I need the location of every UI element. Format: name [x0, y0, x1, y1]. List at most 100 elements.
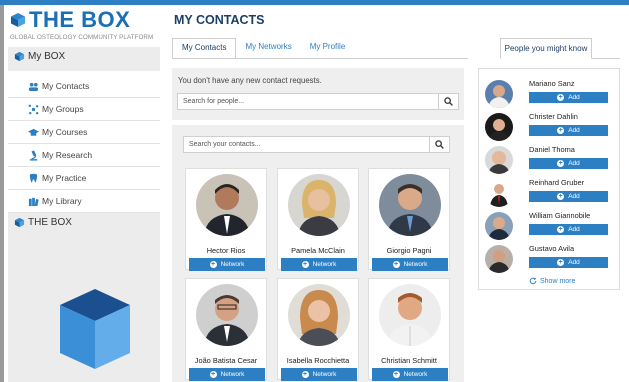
- sidebar-item-label: My Library: [42, 196, 82, 206]
- plus-icon: +: [557, 127, 565, 134]
- sidebar-item-my-groups[interactable]: My Groups: [8, 98, 160, 121]
- logo-wordmark: THE BOX: [29, 7, 131, 32]
- contact-card[interactable]: Hector Rios + Network: [185, 168, 267, 271]
- sidebar-nav: My Contacts My Groups My Courses My Rese…: [8, 75, 160, 213]
- mybox-panel: My BOX: [8, 47, 160, 71]
- plus-icon: +: [301, 261, 309, 268]
- add-button[interactable]: + Add: [529, 92, 608, 103]
- page-title: MY CONTACTS: [174, 13, 265, 27]
- sidebar-item-label: My Courses: [42, 127, 88, 137]
- suggestion-name: Reinhard Gruber: [529, 178, 585, 187]
- plus-icon: +: [209, 261, 217, 268]
- network-button[interactable]: + Network: [372, 368, 448, 381]
- tab-my-contacts[interactable]: My Contacts: [172, 38, 237, 58]
- people-icon: [28, 82, 39, 92]
- contact-requests-panel: You don't have any new contact requests.…: [172, 68, 464, 120]
- add-button[interactable]: + Add: [529, 257, 608, 268]
- sidebar-item-label: My Groups: [42, 104, 84, 114]
- people-you-might-know-panel: Mariano Sanz + Add Christer Dahlin + Add D…: [478, 68, 620, 290]
- add-button[interactable]: + Add: [529, 224, 608, 235]
- network-icon: [28, 104, 39, 115]
- add-button[interactable]: + Add: [529, 191, 608, 202]
- tab-my-profile[interactable]: My Profile: [301, 38, 355, 58]
- no-requests-message: You don't have any new contact requests.: [178, 76, 322, 85]
- network-button[interactable]: + Network: [281, 258, 357, 271]
- mybox-title: My BOX: [28, 51, 66, 62]
- suggestion-avatar: [485, 80, 513, 108]
- logo[interactable]: THE BOX GLOBAL OSTEOLOGY COMMUNITY PLATF…: [10, 9, 170, 43]
- sidebar-item-my-contacts[interactable]: My Contacts: [8, 75, 160, 98]
- add-button[interactable]: + Add: [529, 125, 608, 136]
- search-icon: [444, 97, 453, 106]
- sidebar-item-my-library[interactable]: My Library: [8, 190, 160, 213]
- search-contacts-field[interactable]: Search your contacts...: [183, 136, 450, 153]
- suggestion-name: Christer Dahlin: [529, 112, 578, 121]
- contact-name: Isabella Rocchietta: [286, 356, 350, 365]
- plus-icon: +: [557, 160, 565, 167]
- tooth-icon: [29, 173, 38, 183]
- contacts-panel: Search your contacts... Hector Rios + Net…: [172, 125, 464, 382]
- contact-name: Hector Rios: [206, 246, 246, 255]
- contact-card[interactable]: Isabella Rocchietta + Network: [277, 278, 359, 381]
- contact-card[interactable]: Christian Schmitt + Network: [368, 278, 450, 381]
- suggestion-name: William Giannobile: [529, 211, 591, 220]
- suggestion-avatar: [485, 245, 513, 273]
- suggestion-item: Mariano Sanz + Add: [485, 79, 615, 113]
- thebox-panel: THE BOX: [8, 213, 160, 382]
- suggestion-avatar: [485, 146, 513, 174]
- network-button[interactable]: + Network: [281, 368, 357, 381]
- add-button[interactable]: + Add: [529, 158, 608, 169]
- add-label: Add: [568, 94, 580, 101]
- contact-photo: [196, 284, 258, 346]
- contact-card[interactable]: Giorgio Pagni + Network: [368, 168, 450, 271]
- suggestion-name: Daniel Thoma: [529, 145, 575, 154]
- contact-photo: [379, 284, 441, 346]
- network-label: Network: [220, 261, 245, 268]
- show-more-label: Show more: [540, 277, 576, 285]
- cube-icon: [14, 217, 25, 228]
- suggestion-name: Gustavo Avila: [529, 244, 575, 253]
- books-icon: [28, 197, 39, 207]
- search-people-field[interactable]: Search for people...: [177, 93, 459, 110]
- thebox-title: THE BOX: [28, 217, 72, 228]
- search-icon: [435, 140, 444, 149]
- sidebar-item-my-research[interactable]: My Research: [8, 144, 160, 167]
- suggestion-avatar: [485, 212, 513, 240]
- network-button[interactable]: + Network: [189, 368, 265, 381]
- sidebar: THE BOX GLOBAL OSTEOLOGY COMMUNITY PLATF…: [4, 5, 166, 382]
- contact-name: Giorgio Pagni: [386, 246, 432, 255]
- add-label: Add: [568, 160, 580, 167]
- search-people-button[interactable]: [438, 94, 458, 109]
- search-contacts-input[interactable]: Search your contacts...: [184, 141, 429, 148]
- network-label: Network: [403, 371, 428, 378]
- search-people-input[interactable]: Search for people...: [178, 98, 438, 105]
- network-label: Network: [312, 261, 337, 268]
- refresh-icon: [529, 277, 537, 285]
- sidebar-item-my-courses[interactable]: My Courses: [8, 121, 160, 144]
- add-label: Add: [568, 193, 580, 200]
- contact-name: João Batista Cesar: [194, 356, 258, 365]
- add-label: Add: [568, 226, 580, 233]
- suggestion-item: Reinhard Gruber + Add: [485, 178, 615, 212]
- contact-photo: [288, 174, 350, 236]
- tab-people-you-might-know[interactable]: People you might know: [500, 38, 592, 59]
- plus-icon: +: [301, 371, 309, 378]
- contact-card[interactable]: João Batista Cesar + Network: [185, 278, 267, 381]
- search-contacts-button[interactable]: [429, 137, 449, 152]
- show-more-link[interactable]: Show more: [529, 277, 575, 285]
- add-label: Add: [568, 127, 580, 134]
- plus-icon: +: [209, 371, 217, 378]
- plus-icon: +: [557, 226, 565, 233]
- plus-icon: +: [557, 193, 565, 200]
- contact-card[interactable]: Pamela McClain + Network: [277, 168, 359, 271]
- suggestion-item: Gustavo Avila + Add: [485, 244, 615, 278]
- sidebar-item-my-practice[interactable]: My Practice: [8, 167, 160, 190]
- contact-name: Christian Schmitt: [381, 356, 437, 365]
- cube-icon: [14, 51, 25, 62]
- tab-my-networks[interactable]: My Networks: [236, 38, 300, 58]
- suggestion-item: William Giannobile + Add: [485, 211, 615, 245]
- network-button[interactable]: + Network: [189, 258, 265, 271]
- box-illustration: [60, 289, 130, 369]
- plus-icon: +: [557, 94, 565, 101]
- network-button[interactable]: + Network: [372, 258, 448, 271]
